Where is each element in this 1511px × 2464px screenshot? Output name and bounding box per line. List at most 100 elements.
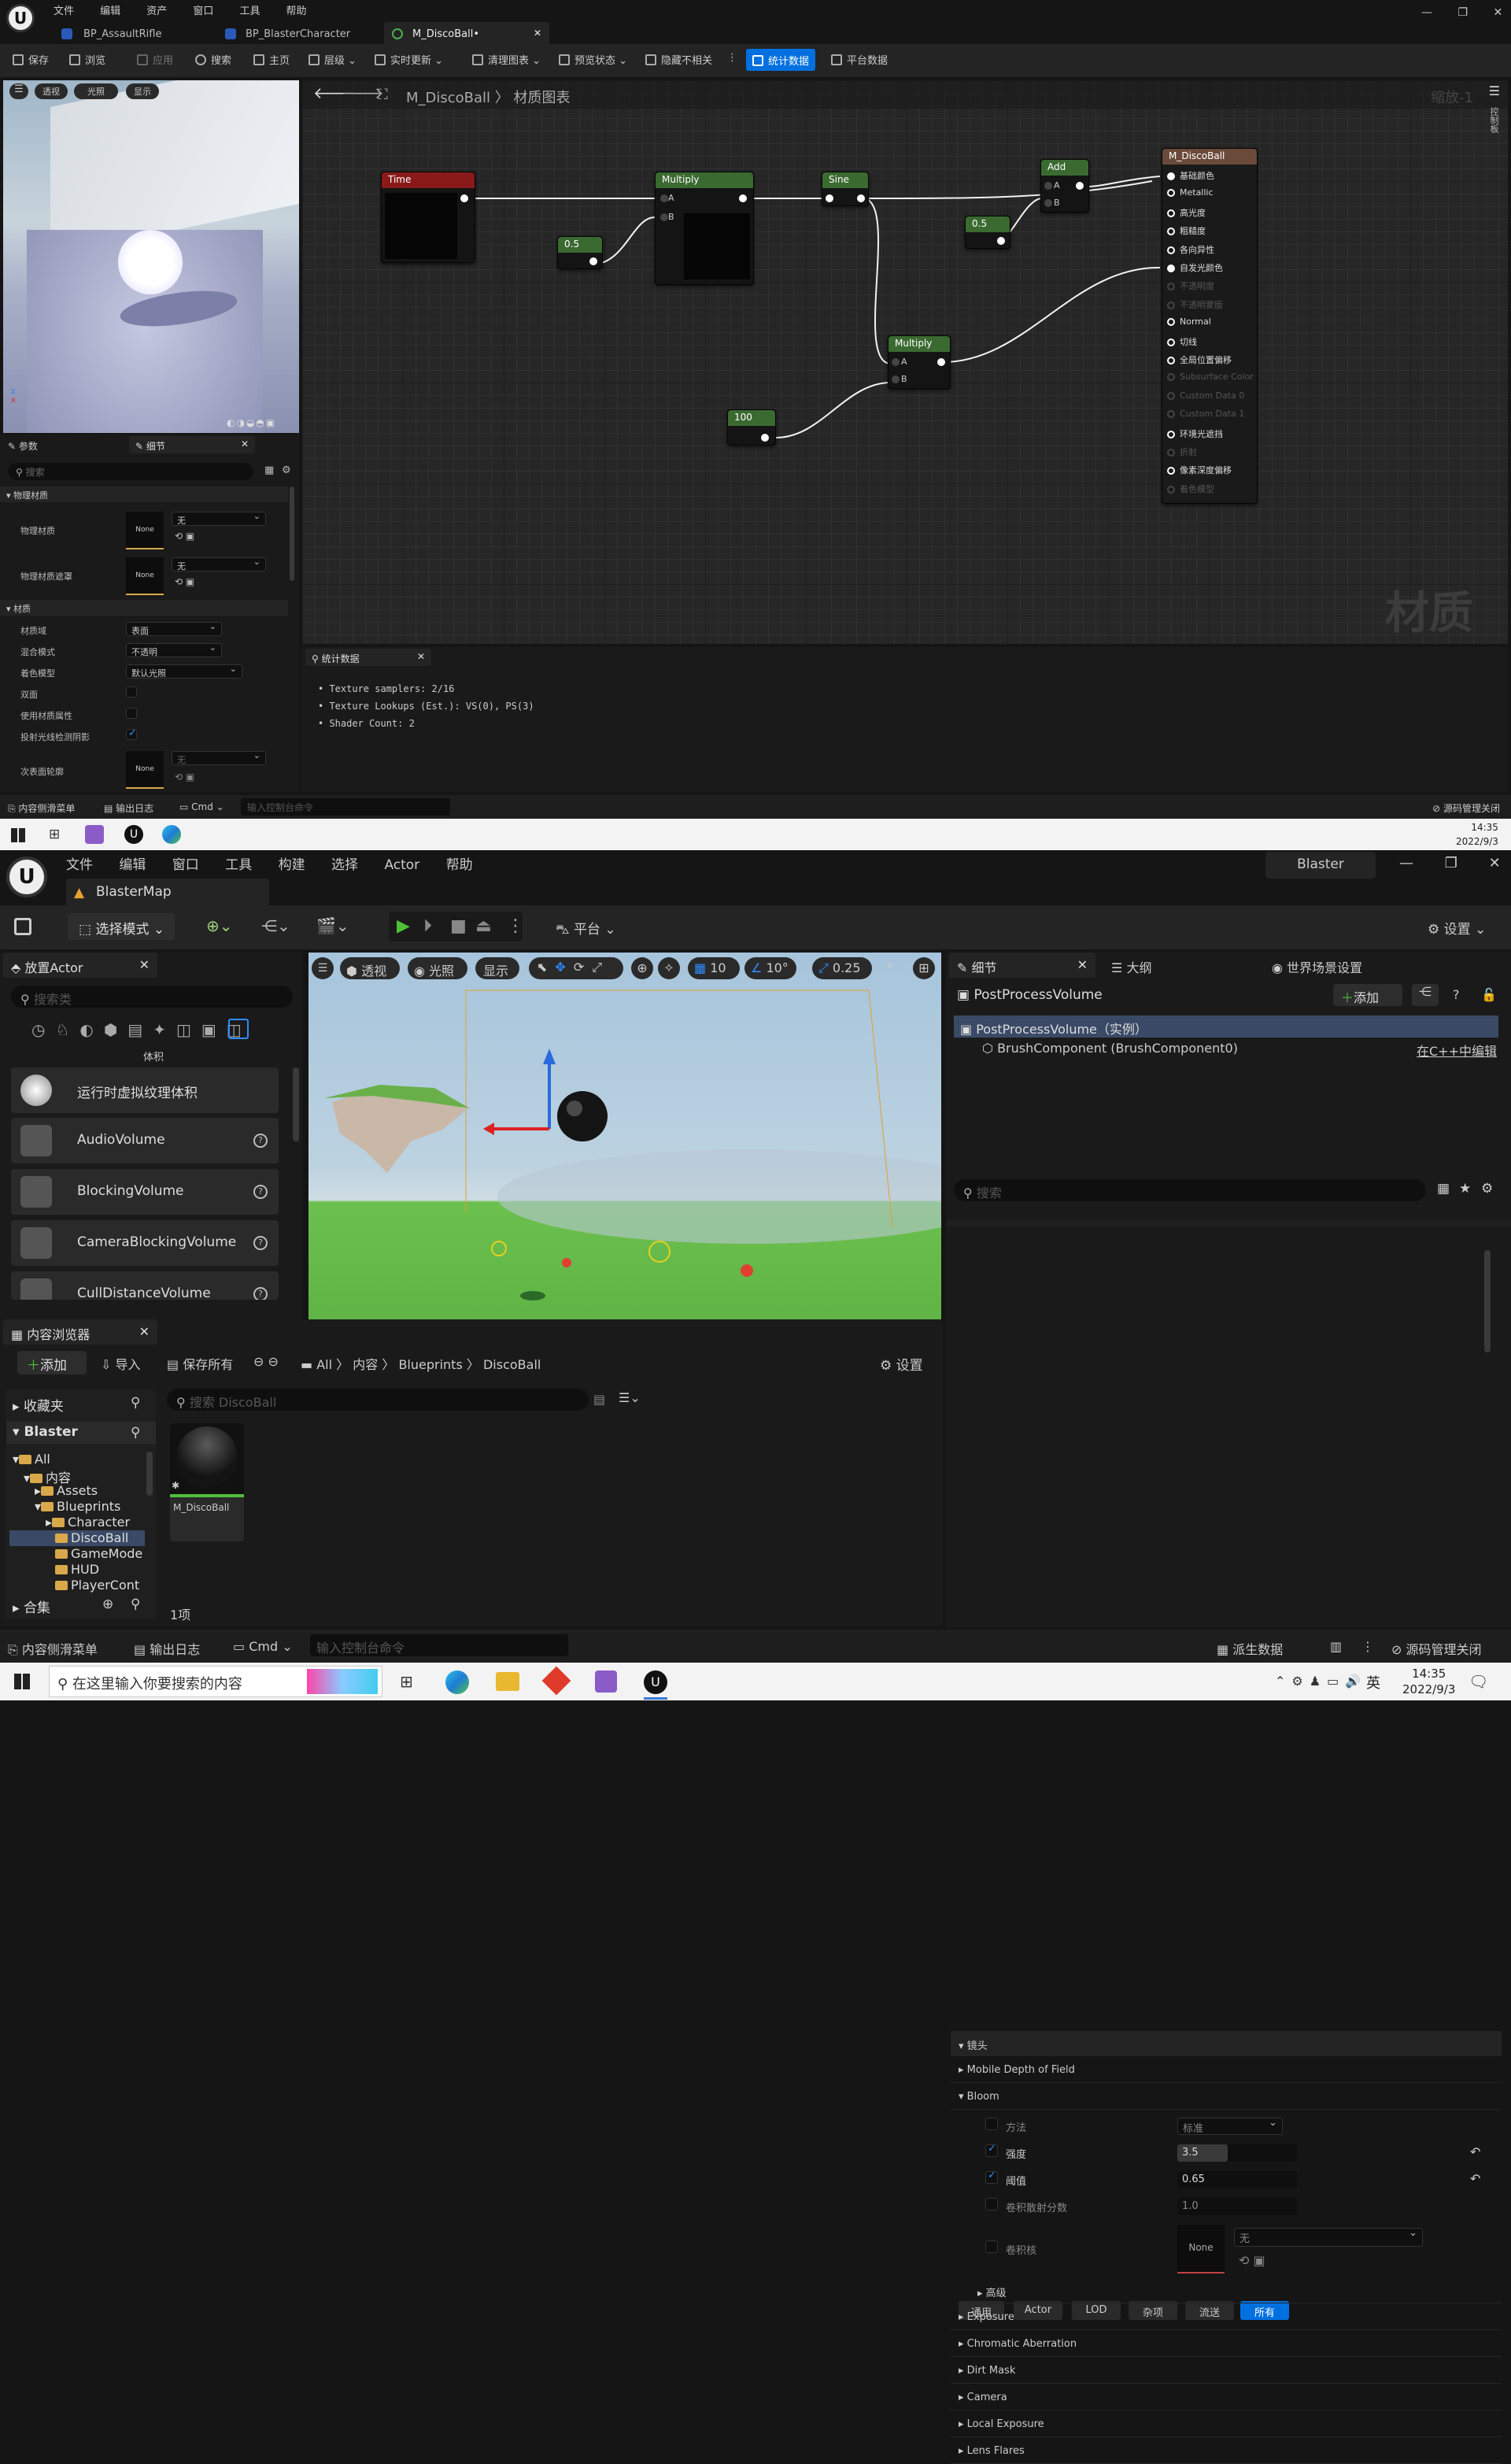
more-options-icon[interactable]: ⋮ xyxy=(507,916,524,936)
pin-a[interactable] xyxy=(1044,182,1052,190)
settings-dropdown[interactable]: ⚙ 设置 ⌄ xyxy=(1428,918,1486,938)
live-update-button[interactable]: 实时更新 ⌄ xyxy=(375,52,443,71)
history-nav[interactable]: ⊖ ⊖ xyxy=(253,1354,279,1369)
perspective-button[interactable]: ⬢ 透视 xyxy=(340,957,400,979)
node-constant-05-b[interactable]: 0.5 xyxy=(965,216,1010,249)
back-icon[interactable]: ⊖ xyxy=(253,1354,264,1369)
bloom-intensity-override[interactable] xyxy=(985,2143,998,2157)
pin-b[interactable] xyxy=(660,213,668,221)
search-button[interactable]: 搜索 xyxy=(195,52,231,71)
section-mobile-dof[interactable]: ▸ Mobile Depth of Field xyxy=(951,2058,1502,2083)
result-pin-row[interactable]: 全局位置偏移 xyxy=(1167,353,1232,366)
result-pin-row[interactable]: Subsurface Color xyxy=(1167,372,1254,382)
play-icon[interactable]: ▶ xyxy=(397,916,410,936)
pin-input[interactable] xyxy=(1167,410,1175,419)
minimize-icon[interactable]: — xyxy=(1421,6,1432,19)
lit-button[interactable]: 光照 xyxy=(74,83,118,99)
place-actor-scrollbar[interactable] xyxy=(293,1067,299,1141)
tree-blueprints[interactable]: ▾ Blueprints xyxy=(35,1499,120,1514)
disco-ball[interactable] xyxy=(557,1091,608,1141)
console-command-input[interactable]: 输入控制台命令 xyxy=(310,1634,568,1656)
reset-to-default-icon[interactable]: ↶ xyxy=(1470,2144,1480,2159)
pin-input[interactable] xyxy=(1167,449,1175,457)
windows-start-icon[interactable] xyxy=(11,828,25,842)
viewport-menu-icon[interactable]: ☰ xyxy=(312,957,334,979)
menu-help[interactable]: 帮助 xyxy=(286,6,307,17)
bloom-threshold-override[interactable] xyxy=(985,2170,998,2184)
output-log-button[interactable]: ▤ 输出日志 xyxy=(134,1639,200,1658)
section-local-exposure[interactable]: ▸ Local Exposure xyxy=(951,2412,1502,2437)
show-button[interactable]: 显示 xyxy=(126,83,159,99)
pin-output[interactable] xyxy=(997,237,1005,245)
menu-edit[interactable]: 编辑 xyxy=(119,857,146,873)
unreal-editor-icon[interactable]: U xyxy=(124,825,143,844)
subsurface-profile-combo[interactable]: 无 xyxy=(172,750,266,765)
transform-tools[interactable]: ⬉✥⟳⤢ xyxy=(529,957,623,979)
table-view-icon[interactable]: ▦ xyxy=(1437,1181,1450,1197)
cmd-dropdown[interactable]: ▭ Cmd ⌄ xyxy=(179,801,224,812)
derived-data-button[interactable]: ▦ 派生数据 xyxy=(1217,1639,1283,1658)
pin-input[interactable] xyxy=(1167,283,1175,291)
lit-button[interactable]: ◉ 光照 xyxy=(408,957,467,979)
component-instance-row[interactable]: ▣ PostProcessVolume（实例） xyxy=(954,1016,1498,1038)
section-dirt-mask[interactable]: ▸ Dirt Mask xyxy=(951,2359,1502,2384)
tree-scrollbar[interactable] xyxy=(146,1452,153,1496)
world-space-icon[interactable]: ⊕ xyxy=(631,957,653,979)
actor-item-audio-volume[interactable]: AudioVolume? xyxy=(11,1118,279,1164)
pin-input[interactable] xyxy=(1167,172,1175,180)
node-multiply-1[interactable]: Multiply A B xyxy=(655,172,754,285)
expand-toolbar-icon[interactable]: » xyxy=(886,957,905,979)
save-button[interactable]: 保存 xyxy=(13,52,49,71)
details-search-input[interactable]: ⚲ 搜索 xyxy=(954,1179,1426,1201)
preview-shape-icons[interactable]: ◐◑◒◓▣ xyxy=(227,417,296,430)
pin-output[interactable] xyxy=(460,194,468,202)
volume-category-selected[interactable] xyxy=(228,1019,249,1039)
cinematics-icon[interactable]: 🎬⌄ xyxy=(316,916,349,935)
pin-input[interactable] xyxy=(1167,467,1175,475)
use-material-attributes-checkbox[interactable] xyxy=(126,708,137,719)
details-search-input[interactable]: ⚲ 搜索 xyxy=(8,463,253,480)
phys-mask-combo[interactable]: 无 xyxy=(172,557,266,572)
pin-input[interactable] xyxy=(1167,301,1175,309)
tree-gamemode[interactable]: GameMode xyxy=(55,1546,142,1561)
add-component-button[interactable]: ＋添加 xyxy=(1333,984,1402,1006)
tab-outliner[interactable]: ☰ 大纲 xyxy=(1111,957,1151,976)
section-physical-material[interactable]: ▾ 物理材质 xyxy=(0,487,288,502)
tab-world-settings[interactable]: ◉ 世界场景设置 xyxy=(1272,957,1362,976)
settings-gear-icon[interactable]: ⚙ xyxy=(282,464,291,476)
scale-snap-button[interactable]: ⤢ 0.25 xyxy=(812,957,872,979)
add-button[interactable]: ＋添加 xyxy=(17,1351,87,1374)
section-bloom[interactable]: ▾ Bloom xyxy=(951,2085,1502,2110)
bloom-size-scale-override[interactable] xyxy=(985,2198,998,2211)
unreal-editor-icon[interactable]: U xyxy=(644,1670,667,1694)
asset-tile-m-discoball[interactable]: ✱ M_DiscoBall xyxy=(170,1423,244,1541)
gizmo-x-arrow[interactable] xyxy=(483,1123,494,1135)
material-domain-combo[interactable]: 表面 xyxy=(126,621,222,636)
brush-component-row[interactable]: ⬡ BrushComponent (BrushComponent0) xyxy=(982,1041,1238,1056)
platforms-dropdown[interactable]: ⛍ 平台 ⌄ xyxy=(556,918,616,939)
result-pin-row[interactable]: 切线 xyxy=(1167,335,1197,348)
pin-b[interactable] xyxy=(892,376,900,383)
taskbar-clock[interactable]: 14:35 2022/9/3 xyxy=(1456,820,1498,849)
save-search-icon[interactable]: ▤ xyxy=(593,1392,605,1407)
result-pin-row[interactable]: 高光度 xyxy=(1167,206,1206,219)
phys-material-thumbnail[interactable]: None xyxy=(126,512,164,549)
add-collection-icon[interactable]: ⊕ xyxy=(102,1596,113,1612)
result-pin-row[interactable]: 不透明度 xyxy=(1167,279,1214,292)
visual-studio-icon[interactable] xyxy=(85,825,104,844)
pin-b[interactable] xyxy=(1044,199,1052,207)
maximize-icon[interactable]: ❐ xyxy=(1457,6,1468,19)
minimize-icon[interactable]: — xyxy=(1399,855,1413,871)
collections-section[interactable]: ▸ 合集 xyxy=(13,1596,50,1616)
tab-place-actor[interactable]: ⬘ 放置Actor ✕ xyxy=(3,953,157,978)
bloom-intensity-field[interactable]: 3.5 xyxy=(1177,2144,1297,2162)
taskbar-clock[interactable]: 14:35 2022/9/3 xyxy=(1402,1666,1455,1697)
tab-blastermap[interactable]: ▲ BlasterMap xyxy=(66,879,269,905)
pin-a[interactable] xyxy=(892,358,900,366)
lock-icon[interactable]: 🔓 xyxy=(1481,987,1497,1002)
filter-icon[interactable]: ☰⌄ xyxy=(619,1390,641,1405)
blueprint-convert-icon[interactable]: ⋲ xyxy=(1412,984,1439,1006)
step-icon[interactable]: ⏵ xyxy=(423,916,432,936)
unreal-logo-icon[interactable]: U xyxy=(6,856,47,897)
import-button[interactable]: ⇩ 导入 xyxy=(101,1354,141,1373)
